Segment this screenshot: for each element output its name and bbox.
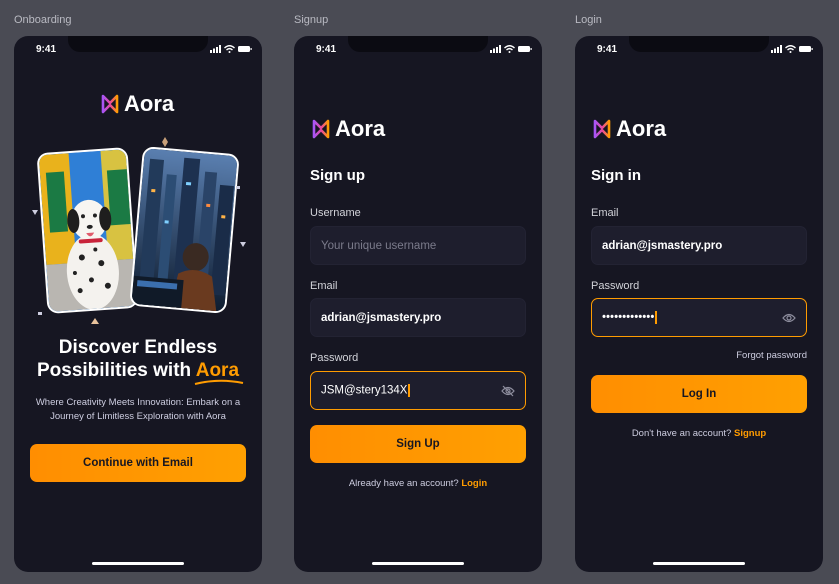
frame-label-onboarding: Onboarding xyxy=(14,14,72,26)
aora-logo-icon xyxy=(312,119,330,139)
status-time: 9:41 xyxy=(597,44,618,55)
dot-icon xyxy=(38,312,42,315)
underline-stroke-icon xyxy=(194,379,243,385)
notch xyxy=(348,36,488,52)
password-masked-value: ••••••••••••• xyxy=(602,311,655,324)
status-time: 9:41 xyxy=(316,44,337,55)
signal-icon xyxy=(771,45,782,53)
wifi-icon xyxy=(785,45,796,53)
brand-logo: Aora xyxy=(310,116,385,142)
eye-icon[interactable] xyxy=(782,312,796,324)
sparkle-icon xyxy=(162,137,168,147)
brand-logo: Aora xyxy=(99,91,174,117)
signal-icon xyxy=(210,45,221,53)
headline-line2: Possibilities with Aora xyxy=(14,359,262,385)
email-field[interactable]: adrian@jsmastery.pro xyxy=(591,226,807,265)
dot-icon xyxy=(32,210,38,215)
onboarding-headline: Discover Endless Possibilities with Aora xyxy=(14,336,262,385)
username-field[interactable]: Your unique username xyxy=(310,226,526,265)
dog-illustration xyxy=(38,148,139,314)
continue-with-email-button[interactable]: Continue with Email xyxy=(30,444,246,482)
email-value: adrian@jsmastery.pro xyxy=(321,311,442,324)
email-label: Email xyxy=(591,207,619,219)
signup-screen: 9:41 Aora Sign up Username Your unique u… xyxy=(294,36,542,572)
cyberpunk-image xyxy=(129,146,240,314)
headline-line1: Discover Endless xyxy=(58,337,218,358)
battery-icon xyxy=(518,46,532,52)
password-value-wrap: JSM@stery134X xyxy=(321,384,501,397)
aora-logo-icon xyxy=(101,94,119,114)
text-caret xyxy=(655,311,657,324)
brand-name: Aora xyxy=(616,116,667,141)
log-in-button[interactable]: Log In xyxy=(591,375,807,413)
email-value: adrian@jsmastery.pro xyxy=(602,239,723,252)
headline-accent: Aora xyxy=(194,360,243,385)
login-prompt: Already have an account? Login xyxy=(294,478,542,489)
notch xyxy=(629,36,769,52)
frame-label-login: Login xyxy=(575,14,602,26)
status-icons xyxy=(771,45,813,53)
signup-link[interactable]: Signup xyxy=(734,428,766,439)
username-label: Username xyxy=(310,207,361,219)
password-value-wrap: ••••••••••••• xyxy=(602,311,782,324)
username-placeholder: Your unique username xyxy=(321,239,437,252)
text-caret xyxy=(408,384,410,397)
page-title: Sign up xyxy=(310,167,365,184)
brand-name: Aora xyxy=(335,116,386,141)
password-label: Password xyxy=(310,352,359,364)
wifi-icon xyxy=(504,45,515,53)
signup-prompt: Don't have an account? Signup xyxy=(575,428,823,439)
password-field[interactable]: ••••••••••••• xyxy=(591,298,807,337)
home-indicator xyxy=(653,562,745,565)
battery-icon xyxy=(238,46,252,52)
home-indicator xyxy=(372,562,464,565)
wifi-icon xyxy=(224,45,235,53)
brand-logo: Aora xyxy=(591,116,666,142)
headline-accent-text: Aora xyxy=(195,360,240,381)
eye-off-icon[interactable] xyxy=(501,385,515,397)
home-indicator xyxy=(92,562,184,565)
sparkle-icon xyxy=(91,318,99,324)
login-link[interactable]: Login xyxy=(461,478,487,489)
status-time: 9:41 xyxy=(36,44,57,55)
dot-icon xyxy=(236,186,240,189)
notch xyxy=(68,36,208,52)
status-icons xyxy=(210,45,252,53)
forgot-password-link[interactable]: Forgot password xyxy=(736,350,807,361)
status-icons xyxy=(490,45,532,53)
headline-line2-prefix: Possibilities with xyxy=(36,360,192,381)
login-prompt-text: Already have an account? xyxy=(348,478,459,489)
aora-logo-icon xyxy=(593,119,611,139)
login-screen: 9:41 Aora Sign in Email adrian@jsmastery… xyxy=(575,36,823,572)
dot-icon xyxy=(240,242,246,247)
sign-up-button[interactable]: Sign Up xyxy=(310,425,526,463)
page-title: Sign in xyxy=(591,167,641,184)
password-label: Password xyxy=(591,280,640,292)
frame-label-signup: Signup xyxy=(294,14,329,26)
battery-icon xyxy=(799,46,813,52)
email-field[interactable]: adrian@jsmastery.pro xyxy=(310,298,526,337)
signal-icon xyxy=(490,45,501,53)
onboarding-subtitle: Where Creativity Meets Innovation: Embar… xyxy=(35,397,241,422)
email-label: Email xyxy=(310,280,338,292)
signup-prompt-text: Don't have an account? xyxy=(631,428,732,439)
password-field[interactable]: JSM@stery134X xyxy=(310,371,526,410)
brand-name: Aora xyxy=(124,91,175,116)
onboarding-screen: 9:41 Aora Discover Endless Possibilities… xyxy=(14,36,262,572)
city-illustration xyxy=(131,148,240,314)
dalmatian-image xyxy=(36,147,139,314)
password-value: JSM@stery134X xyxy=(321,384,408,397)
